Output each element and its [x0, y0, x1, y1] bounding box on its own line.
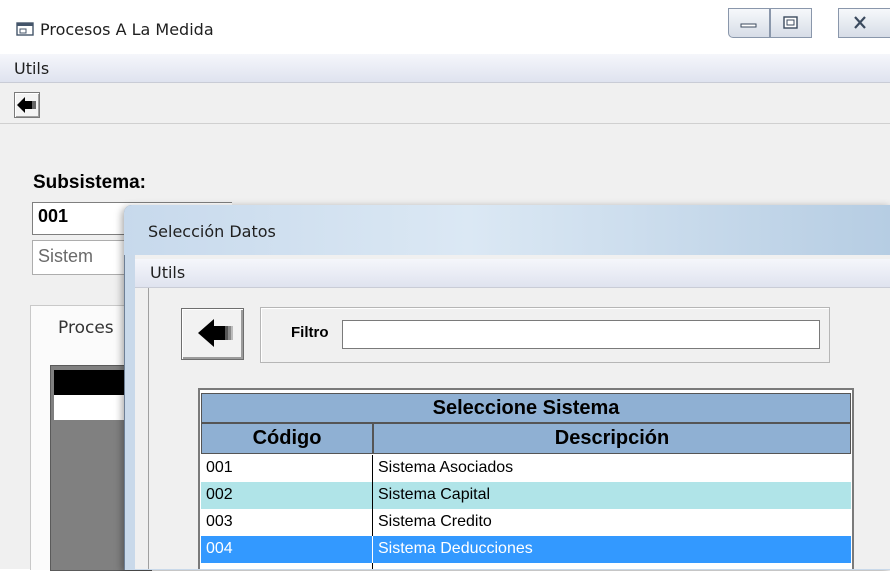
window-controls — [728, 8, 890, 40]
maximize-icon — [783, 16, 798, 29]
window-title: Procesos A La Medida — [40, 20, 214, 39]
dialog-menubar — [135, 259, 890, 288]
main-toolbar — [0, 83, 890, 124]
back-arrow-icon — [17, 97, 36, 113]
dialog-title: Selección Datos — [148, 222, 276, 241]
minimize-button[interactable] — [728, 8, 770, 38]
grid-caption: Seleccione Sistema — [201, 393, 851, 423]
table-row[interactable]: 003 Sistema Credito — [201, 509, 851, 536]
table-row[interactable]: 002 Sistema Capital — [201, 482, 851, 509]
close-button[interactable] — [838, 8, 890, 38]
cell-descripcion: Sistema Asociados — [378, 459, 514, 476]
back-arrow-icon — [198, 319, 233, 347]
table-row-selected[interactable]: 004 Sistema Deducciones — [201, 536, 851, 563]
column-header-descripcion[interactable]: Descripción — [373, 423, 851, 454]
menu-utils[interactable]: Utils — [14, 59, 49, 78]
cell-descripcion: Sistema Capital — [378, 486, 491, 503]
cell-codigo — [201, 563, 373, 569]
close-icon — [854, 16, 866, 29]
back-button[interactable] — [14, 92, 40, 118]
cell-codigo: 001 — [201, 455, 373, 482]
cell-codigo: 002 — [201, 482, 373, 509]
cell-codigo: 004 — [201, 536, 373, 563]
main-menubar — [0, 54, 890, 83]
filter-input[interactable] — [342, 320, 820, 349]
cell-descripcion: Sistema Deducciones — [378, 540, 533, 557]
maximize-button[interactable] — [770, 8, 812, 38]
dialog-menu-utils[interactable]: Utils — [150, 263, 185, 282]
tab-procesos[interactable]: Proces — [58, 318, 114, 338]
table-row[interactable]: 001 Sistema Asociados — [201, 455, 851, 482]
window-icon — [16, 22, 34, 36]
table-row[interactable] — [201, 563, 851, 569]
subsistema-label: Subsistema: — [33, 172, 146, 193]
column-header-codigo[interactable]: Código — [201, 423, 373, 454]
dialog-back-button[interactable] — [181, 308, 244, 360]
minimize-icon — [740, 23, 757, 28]
cell-descripcion — [373, 563, 851, 569]
filter-label: Filtro — [291, 324, 329, 341]
cell-descripcion: Sistema Credito — [378, 513, 492, 530]
cell-codigo: 003 — [201, 509, 373, 536]
